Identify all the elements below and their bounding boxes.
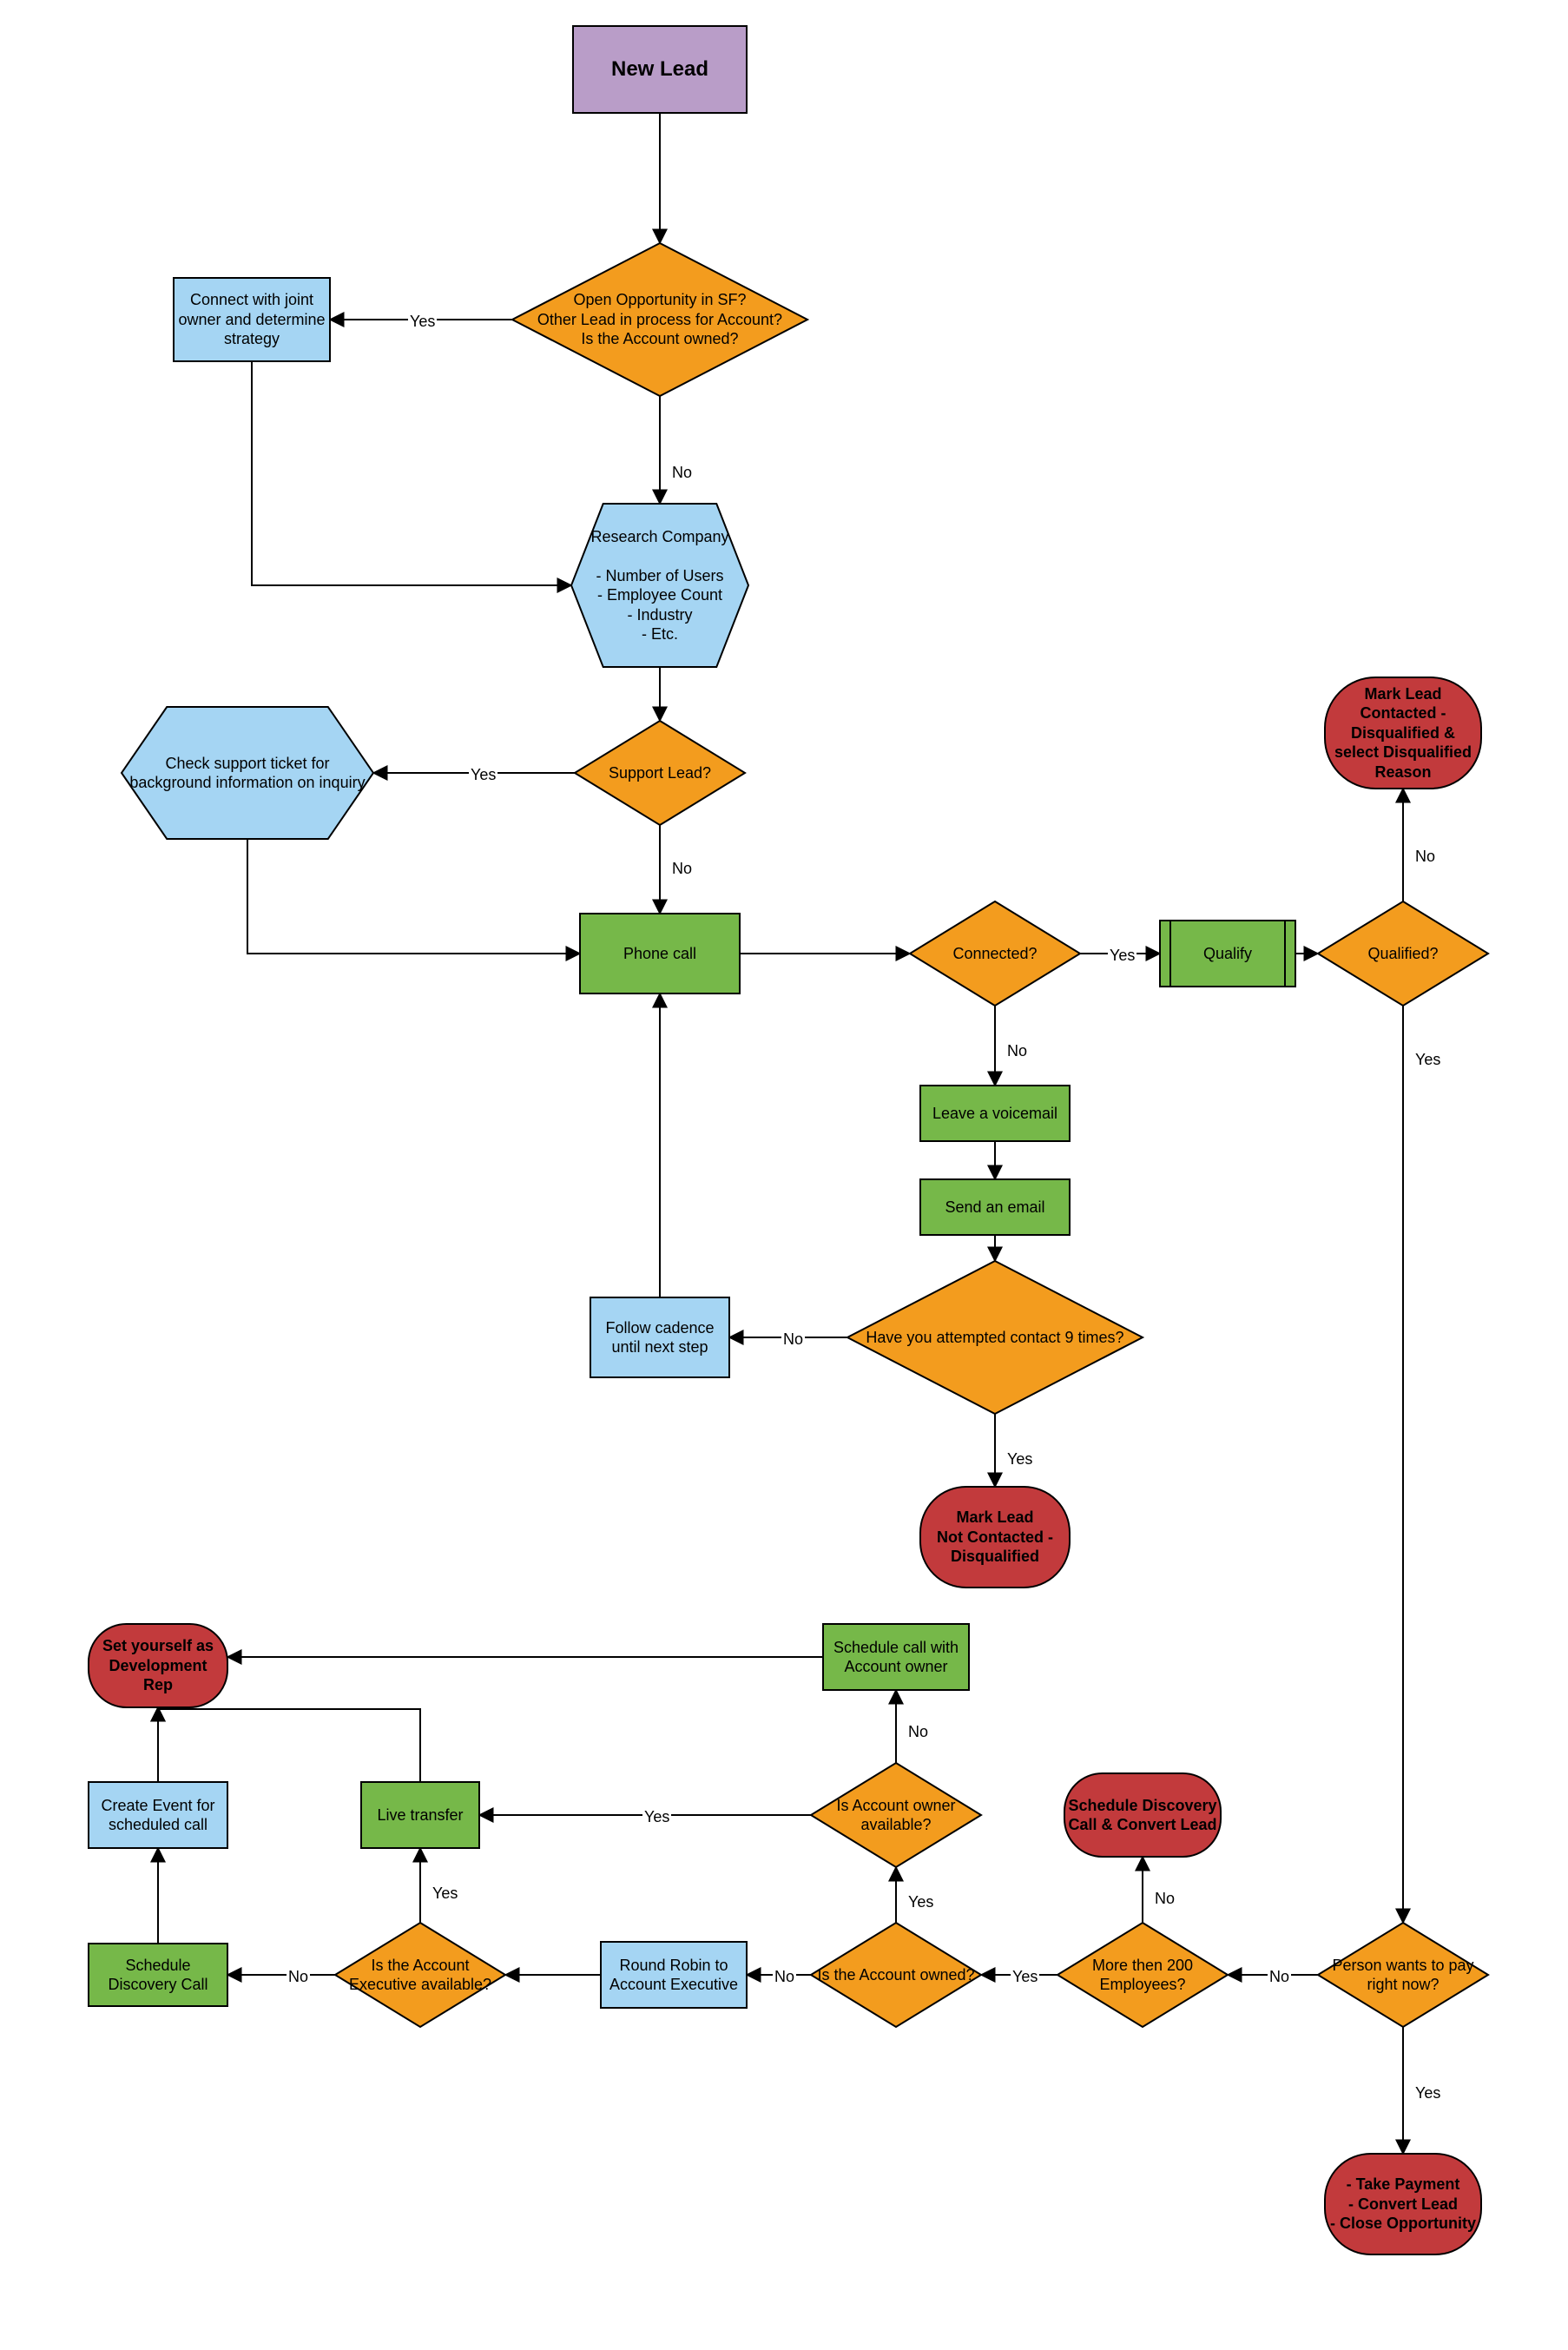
edge-label-accountOwned-ownerAvail: Yes [906, 1893, 935, 1911]
node-text-liveTransfer: Live transfer [361, 1782, 479, 1848]
node-text-connected: Connected? [910, 901, 1080, 1006]
node-takePayment: - Take Payment- Convert Lead- Close Oppo… [1325, 2154, 1481, 2254]
node-text-openOpp: Open Opportunity in SF?Other Lead in pro… [512, 243, 807, 396]
node-more200: More then 200 Employees? [1057, 1923, 1228, 2027]
flowchart-canvas: New Lead Open Opportunity in SF?Other Lea… [0, 0, 1568, 2350]
node-text-setDevRep: Set yourself as Development Rep [89, 1624, 227, 1707]
node-attempt9: Have you attempted contact 9 times? [847, 1261, 1143, 1414]
node-followCadence: Follow cadence until next step [590, 1297, 729, 1377]
node-voicemail: Leave a voicemail [920, 1086, 1070, 1141]
edge-label-qualified-payNow: Yes [1413, 1051, 1442, 1069]
node-text-qualify: Qualify [1160, 921, 1295, 987]
node-qualify: Qualify [1160, 921, 1295, 987]
node-text-sendEmail: Send an email [920, 1179, 1070, 1235]
node-text-newLead: New Lead [573, 26, 747, 113]
node-accountOwned: Is the Account owned? [811, 1923, 981, 2027]
node-phoneCall: Phone call [580, 914, 740, 993]
node-text-takePayment: - Take Payment- Convert Lead- Close Oppo… [1325, 2154, 1481, 2254]
node-text-markNotContact: Mark LeadNot Contacted - Disqualified [920, 1487, 1070, 1588]
edge-label-attempt9-followCadence: No [781, 1330, 805, 1349]
node-text-schedDiscConv: Schedule Discovery Call & Convert Lead [1064, 1773, 1221, 1857]
edge-label-accountOwned-roundRobin: No [773, 1968, 796, 1986]
edge-label-ownerAvail-liveTransfer: Yes [642, 1808, 671, 1826]
edge-label-supportLead-checkTicket: Yes [469, 766, 497, 784]
node-setDevRep: Set yourself as Development Rep [89, 1624, 227, 1707]
node-aeAvail: Is the Account Executive available? [335, 1923, 505, 2027]
node-markDisq: Mark Lead Contacted - Disqualified & sel… [1325, 677, 1481, 789]
edge-label-attempt9-markNotContact: Yes [1005, 1450, 1034, 1469]
node-text-payNow: Person wants to pay right now? [1318, 1923, 1488, 2027]
edge-label-aeAvail-liveTransfer: Yes [431, 1885, 459, 1903]
edge-label-aeAvail-schedDisc: No [287, 1968, 310, 1986]
node-jointOwner: Connect with joint owner and determine s… [174, 278, 330, 361]
edge-label-more200-accountOwned: Yes [1011, 1968, 1039, 1986]
edge-checkTicket-phoneCall [247, 839, 580, 954]
node-text-more200: More then 200 Employees? [1057, 1923, 1228, 2027]
edge-label-connected-qualify: Yes [1108, 947, 1136, 965]
node-liveTransfer: Live transfer [361, 1782, 479, 1848]
node-ownerAvail: Is Account owner available? [811, 1763, 981, 1867]
edge-label-supportLead-phoneCall: No [670, 860, 694, 878]
node-payNow: Person wants to pay right now? [1318, 1923, 1488, 2027]
node-research: Research Company- Number of Users- Emplo… [571, 504, 748, 667]
node-text-createEvent: Create Event for scheduled call [89, 1782, 227, 1848]
node-checkTicket: Check support ticket for background info… [122, 707, 373, 839]
edge-label-openOpp-research: No [670, 464, 694, 482]
node-text-ownerAvail: Is Account owner available? [811, 1763, 981, 1867]
node-text-checkTicket: Check support ticket for background info… [122, 707, 373, 839]
node-text-markDisq: Mark Lead Contacted - Disqualified & sel… [1325, 677, 1481, 789]
node-schedDisc: Schedule Discovery Call [89, 1944, 227, 2006]
node-text-voicemail: Leave a voicemail [920, 1086, 1070, 1141]
node-text-schedDisc: Schedule Discovery Call [89, 1944, 227, 2006]
edge-label-more200-schedDiscConv: No [1153, 1890, 1176, 1908]
edge-label-connected-voicemail: No [1005, 1042, 1029, 1060]
node-text-supportLead: Support Lead? [575, 721, 745, 825]
node-text-qualified: Qualified? [1318, 901, 1488, 1006]
node-text-roundRobin: Round Robin to Account Executive [601, 1942, 747, 2008]
node-markNotContact: Mark LeadNot Contacted - Disqualified [920, 1487, 1070, 1588]
node-newLead: New Lead [573, 26, 747, 113]
node-supportLead: Support Lead? [575, 721, 745, 825]
node-connected: Connected? [910, 901, 1080, 1006]
edge-label-openOpp-jointOwner: Yes [408, 313, 437, 331]
node-text-aeAvail: Is the Account Executive available? [335, 1923, 505, 2027]
node-schedCallOwner: Schedule call with Account owner [823, 1624, 969, 1690]
node-qualified: Qualified? [1318, 901, 1488, 1006]
node-text-research: Research Company- Number of Users- Emplo… [571, 504, 748, 667]
node-sendEmail: Send an email [920, 1179, 1070, 1235]
edge-label-ownerAvail-schedCallOwner: No [906, 1723, 930, 1741]
node-openOpp: Open Opportunity in SF?Other Lead in pro… [512, 243, 807, 396]
node-text-followCadence: Follow cadence until next step [590, 1297, 729, 1377]
edge-label-payNow-more200: No [1268, 1968, 1291, 1986]
node-schedDiscConv: Schedule Discovery Call & Convert Lead [1064, 1773, 1221, 1857]
node-text-attempt9: Have you attempted contact 9 times? [847, 1261, 1143, 1414]
edge-label-payNow-takePayment: Yes [1413, 2084, 1442, 2102]
node-text-accountOwned: Is the Account owned? [811, 1923, 981, 2027]
node-text-schedCallOwner: Schedule call with Account owner [823, 1624, 969, 1690]
node-text-jointOwner: Connect with joint owner and determine s… [174, 278, 330, 361]
node-text-phoneCall: Phone call [580, 914, 740, 993]
node-createEvent: Create Event for scheduled call [89, 1782, 227, 1848]
edge-liveTransfer-setDevRep [158, 1707, 420, 1782]
node-roundRobin: Round Robin to Account Executive [601, 1942, 747, 2008]
edge-label-qualified-markDisq: No [1413, 848, 1437, 866]
